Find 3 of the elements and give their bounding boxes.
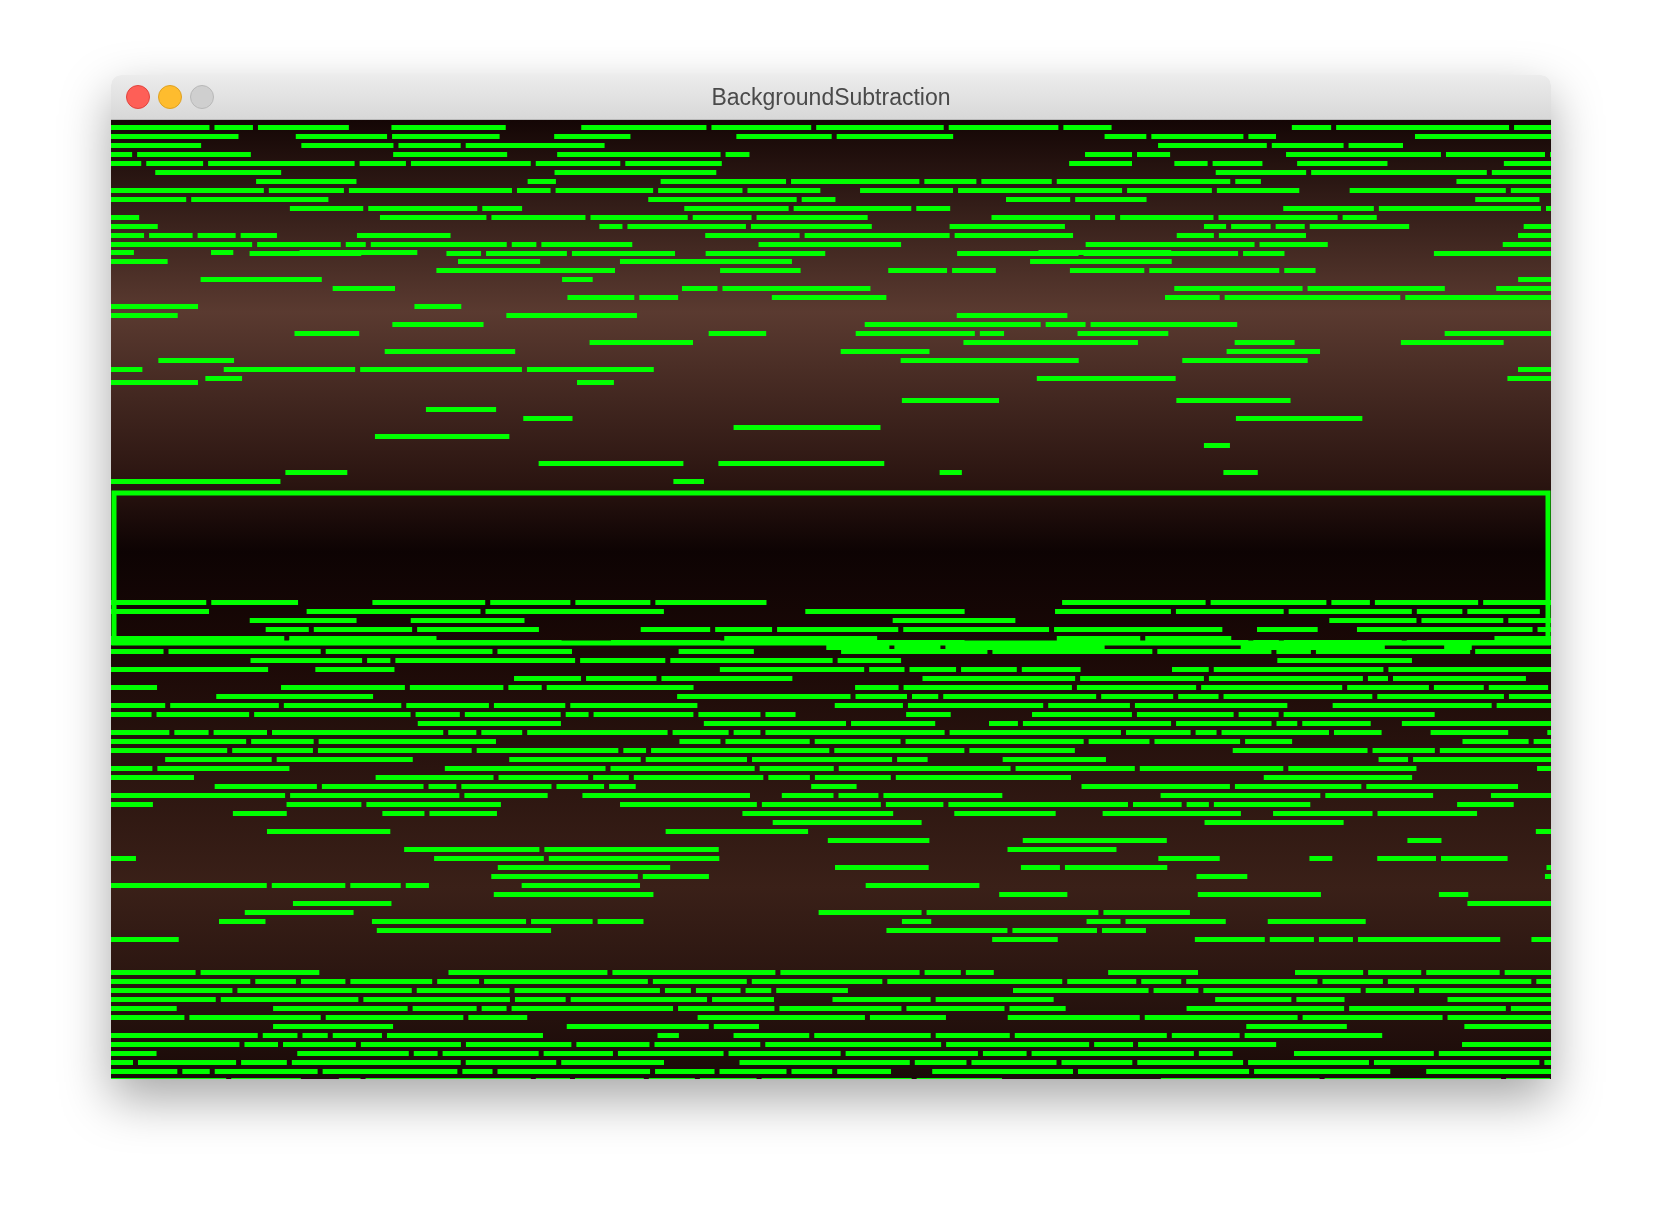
- close-window-button[interactable]: [126, 85, 150, 109]
- minimize-window-button[interactable]: [158, 85, 182, 109]
- window-title: BackgroundSubtraction: [711, 84, 951, 110]
